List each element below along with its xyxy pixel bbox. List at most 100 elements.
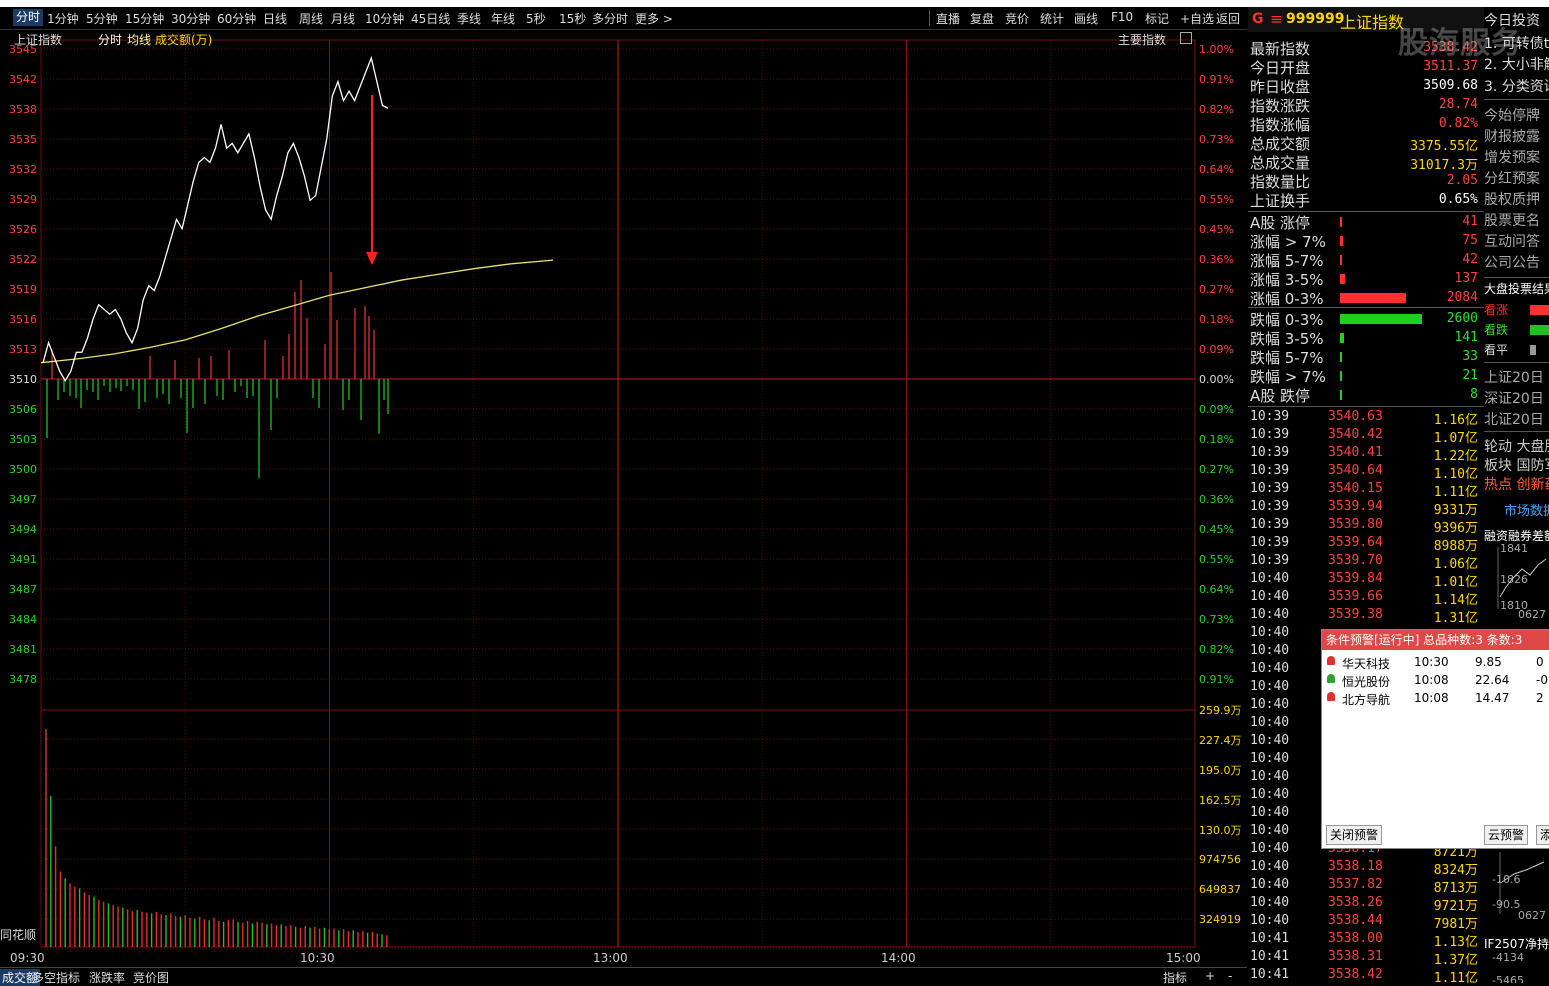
period-tab-10[interactable]: 45日线 bbox=[411, 10, 450, 27]
info-link[interactable]: 分红预案 bbox=[1484, 168, 1540, 188]
rotation-item[interactable]: 轮动 大盘股 bbox=[1484, 436, 1549, 456]
alert-row[interactable]: 恒光股份 10:08 22.64 -0 bbox=[1322, 672, 1549, 690]
toolbar-button-4[interactable]: 画线 bbox=[1074, 10, 1098, 27]
tick-price: 3537.82 bbox=[1328, 877, 1383, 892]
period-tab-0[interactable]: 分时 bbox=[13, 9, 44, 26]
period-tab-16[interactable]: 更多 > bbox=[635, 10, 673, 27]
avg20-item[interactable]: 北证20日 bbox=[1484, 409, 1544, 429]
period-tab-7[interactable]: 周线 bbox=[299, 10, 323, 27]
volume-tick-label: 324919 bbox=[1199, 913, 1241, 926]
divider bbox=[1484, 431, 1549, 432]
tick-price: 3539.70 bbox=[1328, 553, 1383, 568]
toolbar-button-6[interactable]: 标记 bbox=[1145, 10, 1169, 27]
toolbar-button-5[interactable]: F10 bbox=[1111, 10, 1133, 24]
info-link[interactable]: 财报披露 bbox=[1484, 126, 1540, 146]
period-bar: 分时 1分钟 5分钟 15分钟 30分钟 60分钟 日线 周线 月线 10分钟 45日线 季线 年线 5秒… bbox=[0, 7, 1247, 30]
toolbar-button-2[interactable]: 竞价 bbox=[1005, 10, 1029, 27]
toolbar-button-7[interactable]: +自选 bbox=[1180, 10, 1214, 27]
price-tick-label: 3500 bbox=[9, 463, 37, 476]
toolbar-button-0[interactable]: 直播 bbox=[936, 10, 960, 27]
pct-tick-label: 0.73% bbox=[1199, 133, 1234, 146]
news-item[interactable]: 3. 分类资讯 bbox=[1484, 76, 1549, 96]
period-tab-2[interactable]: 5分钟 bbox=[86, 10, 118, 27]
toolbar-button-8[interactable]: 返回 bbox=[1216, 10, 1240, 27]
if-tick: -4134 bbox=[1492, 951, 1524, 964]
avg20-item[interactable]: 深证20日 bbox=[1484, 388, 1544, 408]
stat-value: 2.05 bbox=[1446, 173, 1478, 188]
alert-stock-name: 华天科技 bbox=[1342, 657, 1391, 671]
bottom-right-button-1[interactable]: + bbox=[1205, 969, 1215, 983]
index-code: 999999 bbox=[1286, 11, 1345, 27]
alert-row[interactable]: 北方导航 10:08 14.47 2 bbox=[1322, 690, 1549, 708]
time-tick-label: 13:00 bbox=[593, 951, 628, 965]
rotation-item[interactable]: 板块 国防军工 bbox=[1484, 455, 1549, 475]
tick-price: 3539.66 bbox=[1328, 589, 1383, 604]
breadth-label: 跌幅 5-7% bbox=[1250, 349, 1324, 367]
menu-icon[interactable]: ≡ bbox=[1270, 10, 1283, 28]
bottom-tab-1[interactable]: 多空指标 bbox=[32, 969, 80, 986]
bottom-tabs: 成交额 多空指标 涨跌率 竞价图 指标 + - bbox=[0, 967, 1247, 986]
toolbar-button-3[interactable]: 统计 bbox=[1040, 10, 1064, 27]
info-link[interactable]: 股票更名 bbox=[1484, 210, 1540, 230]
tick-price: 3539.84 bbox=[1328, 571, 1383, 586]
bottom-right-button-0[interactable]: 指标 bbox=[1163, 969, 1187, 986]
alert-popup[interactable]: 条件预警[运行中] 总品种数:3 条数:3 关闭预警 云预警 添 华天科技 10:… bbox=[1321, 629, 1549, 849]
alert-row[interactable]: 华天科技 10:30 9.85 0 bbox=[1322, 654, 1549, 672]
bottom-tab-2[interactable]: 涨跌率 bbox=[89, 969, 125, 986]
period-tab-5[interactable]: 60分钟 bbox=[217, 10, 256, 27]
window-toggle-icon[interactable] bbox=[1180, 32, 1192, 44]
tick-price: 3540.64 bbox=[1328, 463, 1383, 478]
avg20-item[interactable]: 上证20日 bbox=[1484, 367, 1544, 387]
tick-time: 10:40 bbox=[1250, 625, 1290, 640]
stat-value: 0.65% bbox=[1438, 192, 1478, 207]
stat-row: 总成交量 31017.3万 bbox=[1248, 152, 1484, 173]
info-link[interactable]: 公司公告 bbox=[1484, 252, 1540, 272]
market-data-button[interactable]: 市场数据 bbox=[1504, 500, 1549, 519]
alert-price: 22.64 bbox=[1475, 673, 1510, 687]
pct-tick-label: 0.00% bbox=[1199, 373, 1234, 386]
tick-row: 10:40 3539.66 1.14亿 bbox=[1248, 588, 1484, 608]
breadth-value: 42 bbox=[1462, 252, 1478, 267]
period-tab-8[interactable]: 月线 bbox=[331, 10, 355, 27]
tick-row: 10:41 3538.00 1.13亿 bbox=[1248, 930, 1484, 950]
avg-price-line bbox=[40, 259, 554, 364]
period-tab-15[interactable]: 多分时 bbox=[592, 10, 628, 27]
tick-time: 10:40 bbox=[1250, 823, 1290, 838]
time-tick-label: 10:30 bbox=[300, 951, 335, 965]
time-tick-label: 14:00 bbox=[881, 951, 916, 965]
toolbar-button-1[interactable]: 复盘 bbox=[970, 10, 994, 27]
stat-label: 指数量比 bbox=[1250, 173, 1311, 191]
cloud-alert-button[interactable]: 云预警 bbox=[1484, 825, 1529, 845]
info-link[interactable]: 增发预案 bbox=[1484, 147, 1540, 167]
lower-tick: 0627 bbox=[1518, 909, 1546, 922]
stat-label: 总成交量 bbox=[1250, 154, 1311, 172]
rotation-item[interactable]: 热点 创新药 bbox=[1484, 474, 1549, 494]
period-tab-12[interactable]: 年线 bbox=[491, 10, 515, 27]
info-link[interactable]: 今始停牌 bbox=[1484, 105, 1540, 125]
tick-time: 10:40 bbox=[1250, 841, 1290, 856]
period-tab-1[interactable]: 1分钟 bbox=[47, 10, 79, 27]
period-tab-3[interactable]: 15分钟 bbox=[125, 10, 164, 27]
vote-label: 看平 bbox=[1484, 343, 1509, 357]
close-alert-button[interactable]: 关闭预警 bbox=[1326, 825, 1383, 845]
period-tab-11[interactable]: 季线 bbox=[457, 10, 481, 27]
intraday-chart[interactable]: 3545354235383535353235293526352235193516… bbox=[0, 29, 1247, 967]
stat-value: 3509.68 bbox=[1423, 78, 1478, 93]
breadth-bar bbox=[1340, 217, 1342, 227]
breadth-bar bbox=[1340, 371, 1342, 381]
pct-tick-label: 1.00% bbox=[1199, 43, 1234, 56]
period-tab-14[interactable]: 15秒 bbox=[559, 10, 586, 27]
period-tab-6[interactable]: 日线 bbox=[263, 10, 287, 27]
info-link[interactable]: 股权质押 bbox=[1484, 189, 1540, 209]
vote-bar bbox=[1530, 345, 1536, 355]
main-indicator-button[interactable]: 主要指数 bbox=[1118, 31, 1166, 48]
breadth-value: 8 bbox=[1470, 387, 1478, 402]
tick-time: 10:41 bbox=[1250, 931, 1290, 946]
period-tab-9[interactable]: 10分钟 bbox=[365, 10, 404, 27]
period-tab-4[interactable]: 30分钟 bbox=[171, 10, 210, 27]
bottom-right-button-2[interactable]: - bbox=[1228, 969, 1232, 983]
add-alert-button[interactable]: 添 bbox=[1536, 825, 1549, 845]
info-link[interactable]: 互动问答 bbox=[1484, 231, 1540, 251]
period-tab-13[interactable]: 5秒 bbox=[526, 10, 546, 27]
bottom-tab-3[interactable]: 竞价图 bbox=[133, 969, 169, 986]
